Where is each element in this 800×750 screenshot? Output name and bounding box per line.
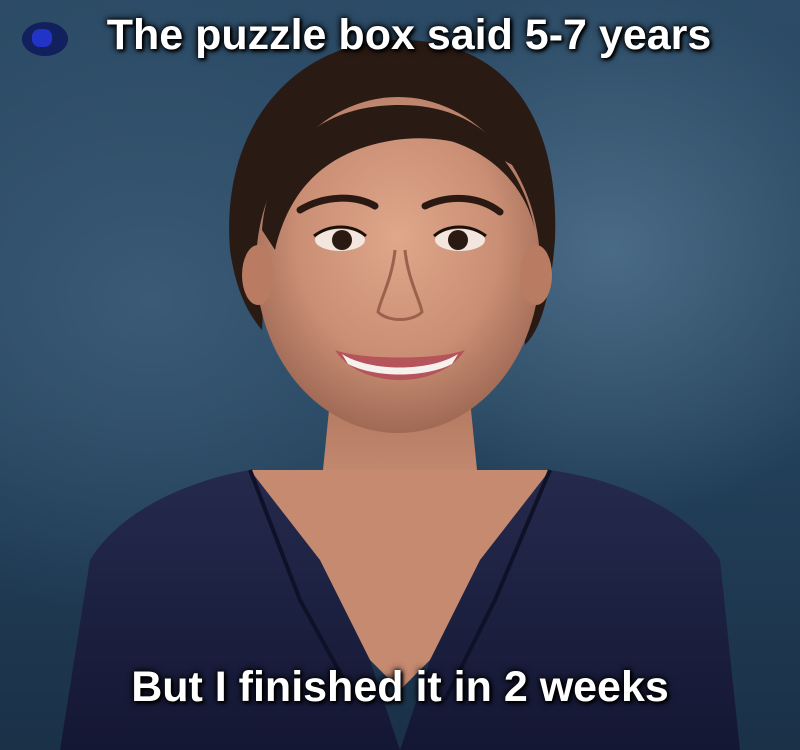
bottom-caption: But I finished it in 2 weeks bbox=[131, 663, 669, 711]
meme-image: The puzzle box said 5-7 years But I fini… bbox=[0, 0, 800, 750]
portrait-photo bbox=[60, 40, 740, 750]
top-caption: The puzzle box said 5-7 years bbox=[106, 11, 712, 59]
